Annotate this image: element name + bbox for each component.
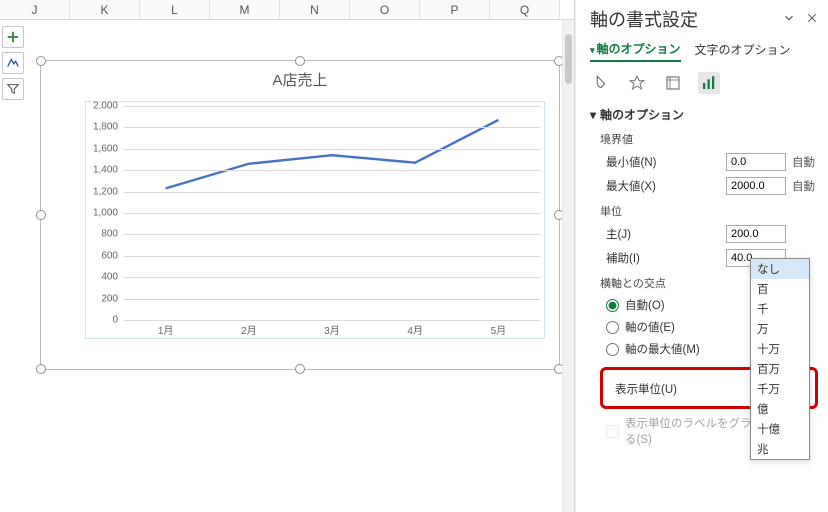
gridline xyxy=(124,106,540,107)
bounds-label: 境界値 xyxy=(600,131,818,147)
gridline xyxy=(124,192,540,193)
axis-options-section-header[interactable]: ▾ 軸のオプション xyxy=(590,106,818,123)
spreadsheet-area: J K L M N O P Q A店売上 2,0001,8001,6001,40… xyxy=(0,0,575,512)
x-tick-label: 4月 xyxy=(407,322,423,337)
y-tick-label: 0 xyxy=(112,315,118,326)
collapse-icon[interactable] xyxy=(782,11,796,28)
display-unit-dropdown[interactable]: なし百千万十万百万千万億十億兆 xyxy=(750,258,810,460)
selection-handle[interactable] xyxy=(36,210,46,220)
max-input[interactable] xyxy=(726,177,786,195)
max-label: 最大値(X) xyxy=(600,178,720,194)
col-header-Q[interactable]: Q xyxy=(490,0,560,19)
y-tick-label: 400 xyxy=(101,272,118,283)
display-unit-label: 表示単位(U) xyxy=(609,381,757,397)
y-tick-label: 2,000 xyxy=(93,101,118,112)
chart-elements-button[interactable] xyxy=(2,26,24,48)
y-tick-label: 800 xyxy=(101,229,118,240)
plot-inner xyxy=(124,106,540,320)
v-scroll-thumb[interactable] xyxy=(565,34,572,84)
y-tick-label: 600 xyxy=(101,250,118,261)
effects-icon[interactable] xyxy=(626,72,648,94)
gridline xyxy=(124,213,540,214)
y-tick-label: 1,800 xyxy=(93,122,118,133)
gridline xyxy=(124,277,540,278)
x-tick-label: 2月 xyxy=(241,322,257,337)
x-tick-label: 1月 xyxy=(158,322,174,337)
dropdown-option[interactable]: 百 xyxy=(751,279,809,299)
dropdown-option[interactable]: 億 xyxy=(751,399,809,419)
x-axis-labels: 1月 2月 3月 4月 5月 xyxy=(124,322,540,338)
col-header-M[interactable]: M xyxy=(210,0,280,19)
y-tick-label: 200 xyxy=(101,293,118,304)
col-header-N[interactable]: N xyxy=(280,0,350,19)
tab-axis-options[interactable]: ▾軸のオプション xyxy=(590,40,681,62)
min-label: 最小値(N) xyxy=(600,154,720,170)
dropdown-option[interactable]: 百万 xyxy=(751,359,809,379)
y-tick-label: 1,200 xyxy=(93,186,118,197)
size-properties-icon[interactable] xyxy=(662,72,684,94)
min-input[interactable] xyxy=(726,153,786,171)
fill-icon[interactable] xyxy=(590,72,612,94)
gridline xyxy=(124,127,540,128)
pane-icon-tabs xyxy=(590,72,818,94)
gridline xyxy=(124,320,540,321)
chart-object[interactable]: A店売上 2,0001,8001,6001,4001,2001,00080060… xyxy=(40,60,560,370)
dropdown-option[interactable]: 千万 xyxy=(751,379,809,399)
expand-caret-icon: ▾ xyxy=(590,108,596,122)
gridline xyxy=(124,256,540,257)
major-unit-input[interactable] xyxy=(726,225,786,243)
min-auto-label: 自動 xyxy=(792,154,818,170)
max-auto-label: 自動 xyxy=(792,178,818,194)
selection-handle[interactable] xyxy=(36,56,46,66)
minor-unit-label: 補助(I) xyxy=(600,250,720,266)
tab-text-options[interactable]: 文字のオプション xyxy=(695,41,791,61)
pane-tabs: ▾軸のオプション 文字のオプション xyxy=(590,40,818,62)
y-tick-label: 1,000 xyxy=(93,208,118,219)
pane-controls xyxy=(782,11,818,28)
dropdown-option[interactable]: 万 xyxy=(751,319,809,339)
selection-handle[interactable] xyxy=(295,364,305,374)
col-header-P[interactable]: P xyxy=(420,0,490,19)
y-tick-label: 1,600 xyxy=(93,143,118,154)
v-scrollbar[interactable] xyxy=(562,20,574,512)
plot-area[interactable]: 2,000 1,800 1,600 1,400 1,200 1,000 800 600 400 2… xyxy=(85,101,545,339)
close-icon[interactable] xyxy=(806,11,818,28)
x-tick-label: 3月 xyxy=(324,322,340,337)
major-unit-label: 主(J) xyxy=(600,226,720,242)
gridline xyxy=(124,299,540,300)
pane-title: 軸の書式設定 xyxy=(590,6,698,32)
chart-styles-button[interactable] xyxy=(2,52,24,74)
axis-options-icon[interactable] xyxy=(698,72,720,94)
chart-side-toolbar xyxy=(2,26,24,100)
chart-filters-button[interactable] xyxy=(2,78,24,100)
dropdown-option[interactable]: 十億 xyxy=(751,419,809,439)
selection-handle[interactable] xyxy=(295,56,305,66)
format-axis-pane: 軸の書式設定 ▾軸のオプション 文字のオプション ▾ 軸のオプション 境界値 最… xyxy=(575,0,828,512)
col-header-O[interactable]: O xyxy=(350,0,420,19)
selection-handle[interactable] xyxy=(36,364,46,374)
col-header-J[interactable]: J xyxy=(0,0,70,19)
column-headers: J K L M N O P Q xyxy=(0,0,574,20)
col-header-K[interactable]: K xyxy=(70,0,140,19)
dropdown-option[interactable]: なし xyxy=(751,259,809,279)
dropdown-option[interactable]: 千 xyxy=(751,299,809,319)
col-header-L[interactable]: L xyxy=(140,0,210,19)
dropdown-option[interactable]: 十万 xyxy=(751,339,809,359)
gridline xyxy=(124,234,540,235)
dropdown-option[interactable]: 兆 xyxy=(751,439,809,459)
units-label: 単位 xyxy=(600,203,818,219)
gridline xyxy=(124,149,540,150)
x-tick-label: 5月 xyxy=(491,322,507,337)
y-axis-labels: 2,0001,8001,6001,4001,2001,0008006004002… xyxy=(86,106,122,320)
gridline xyxy=(124,170,540,171)
y-tick-label: 1,400 xyxy=(93,165,118,176)
